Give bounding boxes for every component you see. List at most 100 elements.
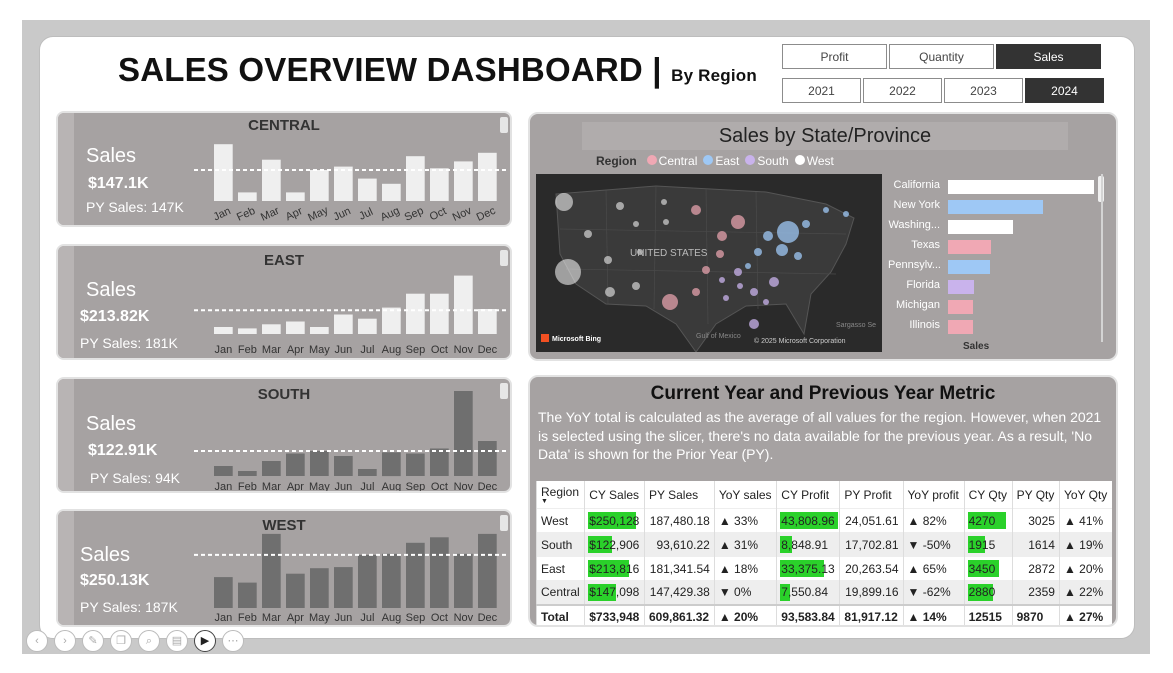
month-bar[interactable] xyxy=(478,152,497,201)
card-scrollbar[interactable] xyxy=(500,383,508,399)
month-bar[interactable] xyxy=(358,318,377,334)
month-bar[interactable] xyxy=(430,293,449,334)
month-bar[interactable] xyxy=(262,159,281,201)
table-row[interactable]: South $122,906 93,610.22 ▲ 31% 8,848.91 17,70… xyxy=(535,532,1112,557)
month-bar[interactable] xyxy=(286,321,305,335)
region-card-south[interactable]: Jan Feb Mar Apr May Jun Jul Aug Sep Oct Nov Dec SOU… xyxy=(56,377,512,493)
month-bar[interactable] xyxy=(478,441,497,476)
state-bar[interactable] xyxy=(948,280,974,294)
legend-east[interactable]: East xyxy=(703,154,739,168)
month-bar[interactable] xyxy=(334,456,353,476)
month-bar[interactable] xyxy=(358,469,377,476)
month-bar[interactable] xyxy=(382,307,401,334)
col-yoy-qty[interactable]: YoY Qty xyxy=(1058,481,1112,509)
month-bar[interactable] xyxy=(454,391,473,476)
col-py-sales[interactable]: PY Sales xyxy=(643,481,715,509)
table-row[interactable]: Central $147,098 147,429.38 ▼ 0% 7,550.84 19,… xyxy=(535,580,1112,605)
month-bar[interactable] xyxy=(238,582,257,608)
table-row[interactable]: East $213,816 181,341.54 ▲ 18% 33,375.13 20,2… xyxy=(535,556,1112,581)
month-bar[interactable] xyxy=(430,168,449,201)
month-bar[interactable] xyxy=(430,448,449,477)
month-bar[interactable] xyxy=(406,453,425,477)
bookmark-icon[interactable]: ❐ xyxy=(110,630,132,652)
state-bar[interactable] xyxy=(948,320,973,334)
month-bar[interactable] xyxy=(310,327,329,334)
state-bar[interactable] xyxy=(948,220,1013,234)
month-bar[interactable] xyxy=(358,178,377,201)
slicer-year-2021[interactable]: 2021 xyxy=(782,78,861,103)
col-py-qty[interactable]: PY Qty xyxy=(1011,481,1060,509)
month-bar[interactable] xyxy=(262,324,281,334)
card-scrollbar[interactable] xyxy=(500,250,508,266)
state-bar[interactable] xyxy=(948,180,1094,194)
card-scrollbar[interactable] xyxy=(500,515,508,531)
month-bar[interactable] xyxy=(214,144,233,201)
region-card-west[interactable]: Jan Feb Mar Apr May Jun Jul Aug Sep Oct Nov Dec WES… xyxy=(56,509,512,627)
month-bar[interactable] xyxy=(238,471,257,476)
slicer-year-2023[interactable]: 2023 xyxy=(944,78,1023,103)
col-yoy-sales[interactable]: YoY sales xyxy=(713,481,777,509)
col-py-profit[interactable]: PY Profit xyxy=(839,481,903,509)
month-bar[interactable] xyxy=(238,328,257,334)
back-icon[interactable]: ‹ xyxy=(26,630,48,652)
region-card-east[interactable]: Jan Feb Mar Apr May Jun Jul Aug Sep Oct Nov Dec EAS… xyxy=(56,244,512,360)
month-bar[interactable] xyxy=(286,573,305,608)
forward-icon[interactable]: › xyxy=(54,630,76,652)
month-bar[interactable] xyxy=(310,170,329,201)
table-row[interactable]: West $250,128 187,480.18 ▲ 33% 43,808.96 24,0… xyxy=(535,508,1112,533)
legend-central[interactable]: Central xyxy=(646,154,697,168)
edit-icon[interactable]: ✎ xyxy=(82,630,104,652)
state-bar[interactable] xyxy=(948,240,991,254)
slicer-year-2024[interactable]: 2024 xyxy=(1025,78,1104,103)
month-bar[interactable] xyxy=(406,156,425,201)
more-icon[interactable]: ⋯ xyxy=(222,630,244,652)
col-region[interactable]: Region ▼ xyxy=(535,481,585,509)
slicer-quantity-button[interactable]: Quantity xyxy=(889,44,994,69)
slicer-year-2022[interactable]: 2022 xyxy=(863,78,942,103)
slicer-sales-button[interactable]: Sales xyxy=(996,44,1101,69)
month-bar[interactable] xyxy=(454,275,473,334)
month-bar[interactable] xyxy=(214,327,233,334)
table-icon[interactable]: ▤ xyxy=(166,630,188,652)
state-bar[interactable] xyxy=(948,260,990,274)
card-scrollbar[interactable] xyxy=(500,117,508,133)
col-cy-qty[interactable]: CY Qty xyxy=(963,481,1013,509)
month-bar[interactable] xyxy=(406,542,425,608)
cell-cy-sales: $213,816 xyxy=(584,556,645,581)
state-bar[interactable] xyxy=(948,200,1043,214)
col-cy-profit[interactable]: CY Profit xyxy=(776,481,840,509)
video-camera-icon[interactable]: ▶ xyxy=(194,630,216,652)
month-bar[interactable] xyxy=(262,461,281,476)
month-bar[interactable] xyxy=(478,533,497,608)
month-bar[interactable] xyxy=(310,568,329,608)
col-cy-sales[interactable]: CY Sales xyxy=(584,481,645,509)
cell-cy-sales: $250,128 xyxy=(584,508,645,533)
month-bar[interactable] xyxy=(214,466,233,476)
month-bar[interactable] xyxy=(238,192,257,201)
month-bar[interactable] xyxy=(430,537,449,608)
month-bar[interactable] xyxy=(214,577,233,608)
region-card-central[interactable]: Jan Feb Mar Apr May Jun Jul Aug Sep Oct Nov Dec CEN… xyxy=(56,111,512,227)
month-bar[interactable] xyxy=(310,451,329,476)
month-bar[interactable] xyxy=(382,452,401,477)
slicer-profit-button[interactable]: Profit xyxy=(782,44,887,69)
month-bar[interactable] xyxy=(334,166,353,201)
search-icon[interactable]: ⌕ xyxy=(138,630,160,652)
month-bar[interactable] xyxy=(334,567,353,608)
map-visual[interactable]: UNITED STATES Gulf of Mexico Sargasso Se… xyxy=(536,174,882,353)
month-bar[interactable] xyxy=(478,309,497,334)
month-bar[interactable] xyxy=(358,554,377,608)
month-bar[interactable] xyxy=(382,553,401,608)
state-bar[interactable] xyxy=(948,300,973,314)
month-bar[interactable] xyxy=(382,183,401,201)
legend-south[interactable]: South xyxy=(745,154,789,168)
month-bar[interactable] xyxy=(454,161,473,201)
legend-west[interactable]: West xyxy=(794,154,834,168)
col-yoy-profit[interactable]: YoY profit xyxy=(902,481,965,509)
month-bar[interactable] xyxy=(262,533,281,608)
month-bar[interactable] xyxy=(454,553,473,608)
month-bar[interactable] xyxy=(286,192,305,201)
month-bar[interactable] xyxy=(286,453,305,477)
month-bar[interactable] xyxy=(334,314,353,335)
month-bar[interactable] xyxy=(406,293,425,334)
